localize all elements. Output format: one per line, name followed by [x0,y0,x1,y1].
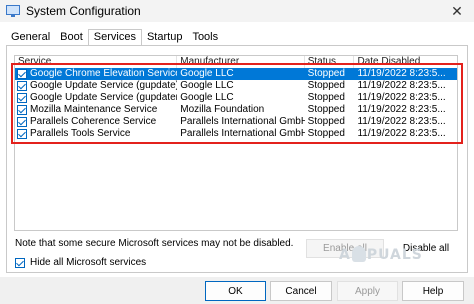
hide-microsoft-services[interactable]: Hide all Microsoft services [15,257,146,268]
mascot-icon [351,246,366,262]
tab-boot[interactable]: Boot [55,29,88,46]
hide-ms-label: Hide all Microsoft services [30,257,147,268]
title-bar: System Configuration ✕ [0,0,474,22]
tab-startup[interactable]: Startup [142,29,187,46]
tab-strip: General Boot Services Startup Tools [6,28,223,46]
hide-ms-checkbox[interactable] [15,257,25,268]
highlight-annotation [11,63,463,144]
tab-general[interactable]: General [6,29,55,46]
secure-services-note: Note that some secure Microsoft services… [15,238,294,249]
ok-button[interactable]: OK [205,281,266,301]
window-title: System Configuration [26,4,141,18]
tab-services[interactable]: Services [87,29,142,46]
tab-tools[interactable]: Tools [187,29,223,46]
apply-button[interactable]: Apply [337,281,398,301]
cancel-button[interactable]: Cancel [270,281,332,301]
system-config-icon [6,4,20,18]
close-icon[interactable]: ✕ [440,0,474,22]
help-button[interactable]: Help [402,281,464,301]
watermark-logo: A PUALS [339,246,423,263]
